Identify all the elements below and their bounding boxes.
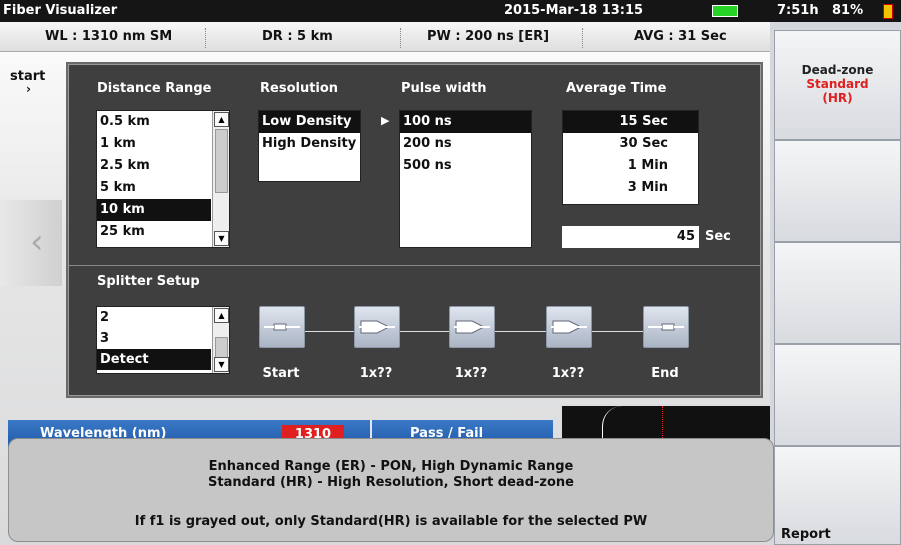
- list-item[interactable]: 2.5 km: [97, 155, 229, 177]
- average-info: AVG : 31 Sec: [634, 29, 727, 44]
- distance-range-list[interactable]: 0.5 km 1 km 2.5 km 5 km 10 km 25 km ▲ ▼: [96, 110, 230, 248]
- list-item[interactable]: High Density: [259, 133, 360, 155]
- splitter-node-icon[interactable]: [354, 306, 400, 348]
- distance-range-label: Distance Range: [97, 81, 212, 96]
- setup-dialog: Distance Range 0.5 km 1 km 2.5 km 5 km 1…: [68, 64, 761, 396]
- list-item[interactable]: 3: [97, 328, 229, 349]
- report-button[interactable]: Report: [774, 446, 901, 545]
- resolution-list[interactable]: Low Density High Density: [258, 110, 361, 182]
- list-item-selected[interactable]: Detect: [97, 349, 211, 370]
- node-label: 1x??: [359, 366, 393, 381]
- custom-average-input[interactable]: 45: [562, 226, 699, 248]
- divider: [69, 265, 760, 266]
- splitter-node-icon[interactable]: [546, 306, 592, 348]
- list-item[interactable]: 5 km: [97, 177, 229, 199]
- divider: [205, 28, 206, 48]
- deadzone-button[interactable]: Dead-zone Standard (HR): [774, 30, 901, 140]
- deadzone-title: Dead-zone: [801, 63, 874, 77]
- datetime: 2015-Mar-18 13:15: [504, 3, 644, 18]
- node-label: Start: [262, 366, 300, 381]
- status-bar: Fiber Visualizer 2015-Mar-18 13:15 7:51h…: [0, 0, 901, 22]
- list-item[interactable]: 200 ns: [400, 133, 531, 155]
- battery-percent: 81%: [832, 3, 864, 18]
- chevron-right-icon: ›: [26, 82, 31, 96]
- list-item-selected[interactable]: 10 km: [97, 199, 211, 221]
- scroll-down-icon[interactable]: ▼: [214, 231, 229, 246]
- start-node-icon[interactable]: [259, 306, 305, 348]
- list-item-selected[interactable]: Low Density: [259, 111, 360, 133]
- average-time-label: Average Time: [566, 81, 667, 96]
- node-label: 1x??: [551, 366, 585, 381]
- list-item[interactable]: 30 Sec: [563, 133, 698, 155]
- pulse-width-list[interactable]: 100 ns 200 ns 500 ns: [399, 110, 532, 248]
- list-item[interactable]: 2: [97, 307, 229, 328]
- end-node-icon[interactable]: [643, 306, 689, 348]
- divider: [400, 28, 401, 48]
- report-label: Report: [781, 527, 831, 542]
- distance-range-info: DR : 5 km: [262, 29, 333, 44]
- pulse-width-info: PW : 200 ns [ER]: [427, 29, 550, 44]
- nav-left-panel[interactable]: ‹: [0, 200, 62, 286]
- scroll-up-icon[interactable]: ▲: [214, 308, 229, 323]
- list-item[interactable]: 0.5 km: [97, 111, 229, 133]
- list-item[interactable]: 1 km: [97, 133, 229, 155]
- scrollbar[interactable]: ▲ ▼: [212, 307, 229, 373]
- scroll-thumb[interactable]: [215, 129, 228, 193]
- list-item-selected[interactable]: 15 Sec: [563, 111, 698, 133]
- node-label: 1x??: [454, 366, 488, 381]
- average-time-list[interactable]: 15 Sec 30 Sec 1 Min 3 Min: [562, 110, 699, 205]
- list-item[interactable]: 3 Min: [563, 177, 698, 199]
- splitter-node-icon[interactable]: [449, 306, 495, 348]
- splitter-list[interactable]: 2 3 Detect ▲ ▼: [96, 306, 230, 374]
- softkey-3[interactable]: [774, 242, 901, 344]
- list-item[interactable]: 1 Min: [563, 155, 698, 177]
- chevron-left-icon[interactable]: ‹: [30, 222, 44, 262]
- divider: [582, 28, 583, 48]
- list-item-selected[interactable]: 100 ns: [400, 111, 531, 133]
- play-arrow-icon: ▶: [381, 114, 390, 127]
- help-message-box: Enhanced Range (ER) - PON, High Dynamic …: [8, 438, 774, 542]
- scroll-up-icon[interactable]: ▲: [214, 112, 229, 127]
- scrollbar[interactable]: ▲ ▼: [212, 111, 229, 247]
- scroll-down-icon[interactable]: ▼: [214, 357, 229, 372]
- deadzone-sub: (HR): [822, 91, 853, 105]
- help-line-1: Enhanced Range (ER) - PON, High Dynamic …: [208, 459, 574, 474]
- measurement-info-bar: WL : 1310 nm SM DR : 5 km PW : 200 ns [E…: [0, 22, 770, 52]
- custom-average-unit: Sec: [705, 229, 731, 244]
- battery-status-icon: [883, 4, 893, 19]
- help-line-2: Standard (HR) - High Resolution, Short d…: [208, 475, 574, 490]
- deadzone-value: Standard: [806, 77, 869, 91]
- softkey-2[interactable]: [774, 140, 901, 242]
- help-line-3: If f1 is grayed out, only Standard(HR) i…: [134, 514, 648, 529]
- resolution-label: Resolution: [260, 81, 339, 96]
- pulse-width-label: Pulse width: [401, 81, 487, 96]
- battery-icon: [712, 5, 738, 17]
- wavelength-info: WL : 1310 nm SM: [45, 29, 173, 44]
- node-label: End: [651, 366, 679, 381]
- list-item[interactable]: 25 km: [97, 221, 229, 243]
- scroll-thumb[interactable]: [215, 337, 228, 359]
- splitter-setup-label: Splitter Setup: [97, 274, 200, 289]
- list-item[interactable]: 500 ns: [400, 155, 531, 177]
- softkey-panel: Dead-zone Standard (HR) Report: [770, 22, 901, 545]
- app-title: Fiber Visualizer: [3, 3, 118, 18]
- battery-time: 7:51h: [777, 3, 819, 18]
- softkey-4[interactable]: [774, 344, 901, 446]
